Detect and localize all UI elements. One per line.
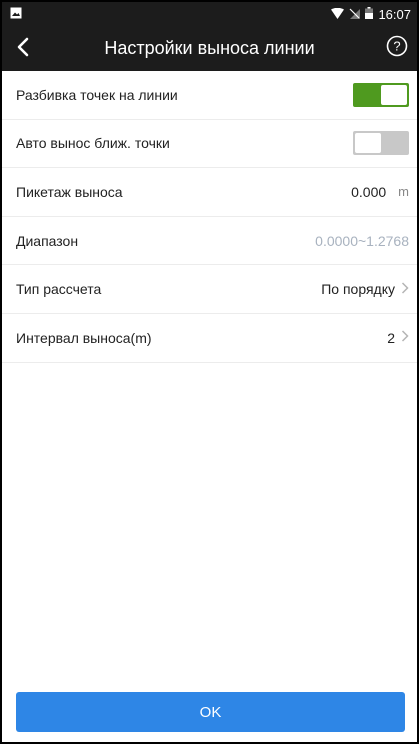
interval-value: 2: [387, 329, 395, 346]
chevron-right-icon: [401, 329, 409, 346]
status-bar: 16:07: [2, 2, 417, 26]
chevron-left-icon: [16, 37, 30, 62]
split-points-toggle[interactable]: [353, 82, 409, 107]
setting-label: Разбивка точек на линии: [16, 86, 178, 103]
back-button[interactable]: [10, 36, 36, 62]
setting-label: Пикетаж выноса: [16, 183, 123, 200]
setting-row-split-points[interactable]: Разбивка точек на линии: [2, 71, 417, 120]
help-circle-icon: ?: [386, 35, 408, 62]
setting-row-stakeout-station[interactable]: Пикетаж выноса 0.000 m: [2, 168, 417, 217]
chevron-right-icon: [401, 281, 409, 298]
no-sim-icon: [349, 7, 361, 22]
screen: 16:07 Настройки выноса линии ? Разбивка …: [2, 2, 417, 742]
auto-nearest-toggle[interactable]: [353, 131, 409, 156]
clock: 16:07: [378, 6, 411, 22]
calc-type-value: По порядку: [321, 281, 395, 298]
setting-row-auto-nearest[interactable]: Авто вынос ближ. точки: [2, 120, 417, 169]
setting-label: Тип рассчета: [16, 281, 102, 298]
ok-button[interactable]: OK: [16, 692, 405, 732]
status-icons: 16:07: [331, 6, 411, 22]
station-unit: m: [398, 184, 409, 200]
setting-label: Диапазон: [16, 232, 79, 249]
svg-text:?: ?: [393, 38, 400, 53]
battery-icon: [365, 6, 374, 22]
setting-row-calc-type[interactable]: Тип рассчета По порядку: [2, 265, 417, 314]
wifi-icon: [331, 7, 345, 22]
header: Настройки выноса линии ?: [2, 26, 417, 71]
setting-row-interval[interactable]: Интервал выноса(m) 2: [2, 314, 417, 363]
station-value[interactable]: 0.000: [351, 184, 386, 200]
help-button[interactable]: ?: [385, 35, 409, 62]
page-title: Настройки выноса линии: [104, 38, 315, 58]
setting-row-range: Диапазон 0.0000~1.2768: [2, 217, 417, 266]
setting-label: Авто вынос ближ. точки: [16, 135, 170, 152]
setting-label: Интервал выноса(m): [16, 329, 152, 346]
settings-list: Разбивка точек на линии Авто вынос ближ.…: [2, 71, 417, 363]
range-value: 0.0000~1.2768: [315, 232, 409, 249]
image-notification-icon: [10, 7, 22, 22]
